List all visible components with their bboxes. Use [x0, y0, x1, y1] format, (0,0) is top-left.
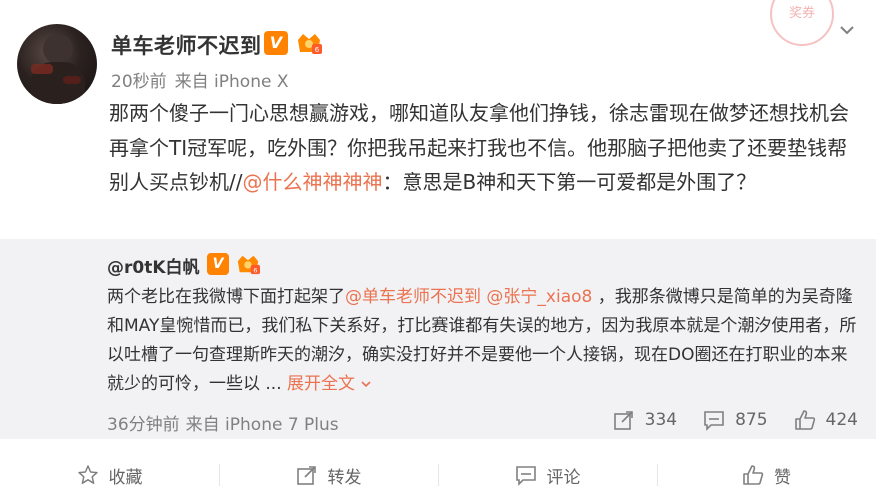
- repost-meta: 36分钟前 来自 iPhone 7 Plus: [107, 410, 345, 435]
- mention-link[interactable]: @什么神神神神: [242, 170, 382, 194]
- post-text-after: ：意思是B神和天下第一可爱都是外围了？: [382, 170, 757, 194]
- avatar-light-2: [63, 76, 81, 84]
- comment-button[interactable]: 评论: [438, 452, 657, 498]
- expand-full-text-link[interactable]: 展开全文: [287, 374, 372, 394]
- repost-text: 两个老比在我微博下面打起架了@单车老师不迟到 @张宁_xiao8 ，我那条微博只…: [107, 283, 859, 399]
- repost-like-stat[interactable]: 424: [794, 409, 858, 431]
- repost-share-count: 334: [644, 410, 678, 430]
- verified-v-icon: V: [264, 31, 288, 55]
- expand-chevron-down-icon: [361, 381, 372, 388]
- post-author-name[interactable]: 单车老师不迟到: [111, 30, 262, 60]
- star-icon: [77, 465, 98, 484]
- post-time[interactable]: 20秒前: [111, 72, 167, 92]
- vip-crown-icon: 6: [298, 34, 322, 54]
- avatar-light: [31, 64, 53, 74]
- post-meta: 20秒前 来自 iPhone X: [111, 67, 296, 92]
- share-icon: [613, 411, 633, 430]
- avatar-figure-head: [43, 34, 73, 64]
- repost-card[interactable]: @r0tK白帆 V 6 两个老比在我微博下面打起架了@单车老师不迟到 @张宁_x…: [0, 239, 876, 439]
- repost-button[interactable]: 转发: [219, 452, 438, 498]
- avatar[interactable]: [17, 24, 97, 104]
- vip-crown-icon: 6: [237, 255, 260, 274]
- like-label: 赞: [774, 467, 791, 488]
- repost-time[interactable]: 36分钟前: [107, 415, 180, 435]
- reward-stamp-icon: 奖券: [770, 0, 834, 46]
- verified-v-icon: V: [207, 253, 229, 275]
- thumbs-up-icon: [794, 410, 815, 430]
- repost-like-count: 424: [825, 410, 858, 430]
- favorite-label: 收藏: [108, 467, 143, 488]
- repost-text-1: 两个老比在我微博下面打起架了: [107, 287, 345, 307]
- comment-label: 评论: [546, 467, 581, 488]
- repost-source: 来自 iPhone 7 Plus: [185, 415, 339, 435]
- repost-comment-stat[interactable]: 875: [703, 409, 768, 431]
- repost-stats: 334 875 424: [587, 409, 858, 431]
- more-chevron-down-icon[interactable]: [836, 20, 858, 42]
- favorite-button[interactable]: 收藏: [0, 452, 219, 498]
- repost-share-stat[interactable]: 334: [613, 409, 677, 431]
- repost-author-name[interactable]: @r0tK白帆: [107, 253, 200, 278]
- repost-comment-count: 875: [735, 410, 768, 430]
- post-source: 来自 iPhone X: [174, 72, 289, 92]
- post-header: 单车老师不迟到 V 6 20秒前 来自 iPhone X 奖券: [0, 0, 876, 104]
- comment-icon: [515, 466, 536, 486]
- like-button[interactable]: 赞: [657, 452, 876, 498]
- share-icon: [296, 466, 316, 485]
- action-bar: 收藏 转发 评论 赞: [0, 452, 876, 498]
- repost-label: 转发: [327, 467, 362, 488]
- post-content: 那两个傻子一门心思想赢游戏，哪知道队友拿他们挣钱，徐志雷现在做梦还想找机会再拿个…: [109, 96, 849, 200]
- comment-icon: [704, 411, 724, 431]
- mention-link-1[interactable]: @单车老师不迟到: [345, 287, 481, 307]
- svg-text:6: 6: [315, 46, 320, 54]
- thumbs-up-icon: [743, 465, 764, 485]
- svg-text:6: 6: [253, 266, 257, 274]
- mention-link-2[interactable]: @张宁_xiao8: [486, 287, 592, 307]
